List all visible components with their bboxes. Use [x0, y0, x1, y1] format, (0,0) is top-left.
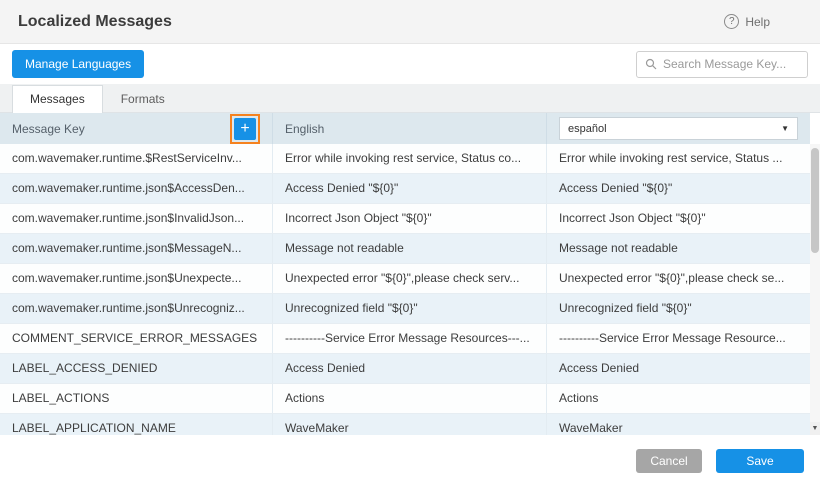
language-select[interactable]: español ▼ — [559, 117, 798, 140]
search-box[interactable] — [636, 51, 808, 78]
table-row[interactable]: com.wavemaker.runtime.json$Unrecogniz...… — [0, 294, 810, 324]
search-input[interactable] — [663, 57, 799, 71]
cell-localized[interactable]: Error while invoking rest service, Statu… — [547, 144, 810, 173]
cell-message-key: LABEL_ACCESS_DENIED — [0, 354, 273, 383]
column-header-english: English — [273, 113, 547, 144]
cell-message-key: com.wavemaker.runtime.json$InvalidJson..… — [0, 204, 273, 233]
cell-english[interactable]: Access Denied — [273, 354, 547, 383]
help-label: Help — [745, 15, 770, 29]
add-message-key-button[interactable]: + — [234, 118, 256, 140]
dialog-footer: Cancel Save — [0, 435, 820, 490]
column-header-message-key: Message Key + — [0, 113, 273, 144]
localized-messages-dialog: Localized Messages ? Help Manage Languag… — [0, 0, 820, 490]
language-select-value: español — [568, 123, 607, 135]
cell-english[interactable]: Access Denied "${0}" — [273, 174, 547, 203]
table-row[interactable]: com.wavemaker.runtime.json$AccessDen... … — [0, 174, 810, 204]
cell-english[interactable]: Unexpected error "${0}",please check ser… — [273, 264, 547, 293]
tab-formats[interactable]: Formats — [103, 85, 183, 112]
page-title: Localized Messages — [18, 13, 172, 31]
table-body: com.wavemaker.runtime.$RestServiceInv...… — [0, 144, 810, 435]
scrollbar-down-arrow-icon[interactable]: ▼ — [810, 422, 820, 435]
cell-message-key: com.wavemaker.runtime.json$MessageN... — [0, 234, 273, 263]
cell-english[interactable]: Incorrect Json Object "${0}" — [273, 204, 547, 233]
tab-messages[interactable]: Messages — [12, 85, 103, 113]
tab-bar: Messages Formats — [0, 84, 820, 113]
table-header: Message Key + English español ▼ — [0, 113, 810, 144]
cell-english[interactable]: Message not readable — [273, 234, 547, 263]
add-button-highlight: + — [230, 114, 260, 144]
table-row[interactable]: LABEL_ACTIONS Actions Actions — [0, 384, 810, 414]
dialog-header: Localized Messages ? Help — [0, 0, 820, 44]
cell-english[interactable]: Actions — [273, 384, 547, 413]
cell-localized[interactable]: Unrecognized field "${0}" — [547, 294, 810, 323]
cell-message-key: com.wavemaker.runtime.json$AccessDen... — [0, 174, 273, 203]
cell-localized[interactable]: Access Denied "${0}" — [547, 174, 810, 203]
table-row[interactable]: com.wavemaker.runtime.json$Unexpecte... … — [0, 264, 810, 294]
table-row[interactable]: com.wavemaker.runtime.json$MessageN... M… — [0, 234, 810, 264]
column-header-message-key-label: Message Key — [12, 122, 85, 136]
table-row[interactable]: LABEL_ACCESS_DENIED Access Denied Access… — [0, 354, 810, 384]
table-row[interactable]: com.wavemaker.runtime.$RestServiceInv...… — [0, 144, 810, 174]
cell-localized[interactable]: Actions — [547, 384, 810, 413]
toolbar: Manage Languages — [0, 44, 820, 84]
table-row[interactable]: LABEL_APPLICATION_NAME WaveMaker WaveMak… — [0, 414, 810, 435]
save-button[interactable]: Save — [716, 449, 804, 473]
cell-english[interactable]: Error while invoking rest service, Statu… — [273, 144, 547, 173]
table-row[interactable]: com.wavemaker.runtime.json$InvalidJson..… — [0, 204, 810, 234]
cell-message-key: LABEL_APPLICATION_NAME — [0, 414, 273, 435]
help-link[interactable]: ? Help — [724, 14, 770, 29]
table-scrollbar[interactable]: ▼ — [810, 144, 820, 435]
cell-message-key: LABEL_ACTIONS — [0, 384, 273, 413]
table-row[interactable]: COMMENT_SERVICE_ERROR_MESSAGES ---------… — [0, 324, 810, 354]
scrollbar-thumb[interactable] — [811, 148, 819, 253]
column-header-language: español ▼ — [547, 113, 810, 144]
cell-message-key: COMMENT_SERVICE_ERROR_MESSAGES — [0, 324, 273, 353]
cell-localized[interactable]: Message not readable — [547, 234, 810, 263]
cell-localized[interactable]: WaveMaker — [547, 414, 810, 435]
cell-english[interactable]: WaveMaker — [273, 414, 547, 435]
cell-localized[interactable]: ----------Service Error Message Resource… — [547, 324, 810, 353]
cell-localized[interactable]: Access Denied — [547, 354, 810, 383]
chevron-down-icon: ▼ — [781, 124, 789, 133]
manage-languages-button[interactable]: Manage Languages — [12, 50, 144, 78]
cell-english[interactable]: ----------Service Error Message Resource… — [273, 324, 547, 353]
cell-english[interactable]: Unrecognized field "${0}" — [273, 294, 547, 323]
cancel-button[interactable]: Cancel — [636, 449, 702, 473]
help-icon: ? — [724, 14, 739, 29]
search-icon — [645, 58, 657, 70]
cell-localized[interactable]: Incorrect Json Object "${0}" — [547, 204, 810, 233]
cell-localized[interactable]: Unexpected error "${0}",please check se.… — [547, 264, 810, 293]
cell-message-key: com.wavemaker.runtime.$RestServiceInv... — [0, 144, 273, 173]
cell-message-key: com.wavemaker.runtime.json$Unexpecte... — [0, 264, 273, 293]
cell-message-key: com.wavemaker.runtime.json$Unrecogniz... — [0, 294, 273, 323]
messages-table: Message Key + English español ▼ com.wave… — [0, 113, 820, 435]
